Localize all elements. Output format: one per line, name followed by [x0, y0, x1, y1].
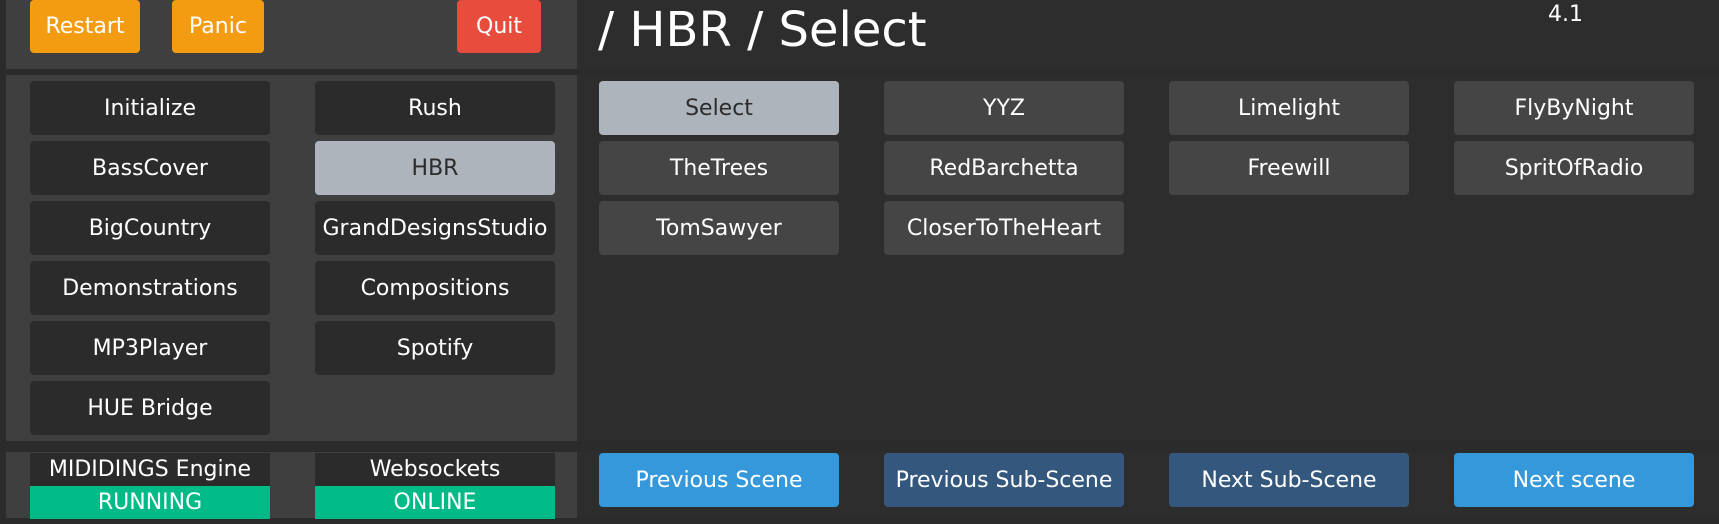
scene-button-tomsawyer[interactable]: TomSawyer — [599, 201, 839, 255]
sidebar-item-rush[interactable]: Rush — [315, 81, 555, 135]
previous-scene-button[interactable]: Previous Scene — [599, 453, 839, 507]
engine-status: MIDIDINGS Engine RUNNING — [30, 453, 270, 519]
scene-button-yyz[interactable]: YYZ — [884, 81, 1124, 135]
previous-subscene-button[interactable]: Previous Sub-Scene — [884, 453, 1124, 507]
sidebar-item-mp3player[interactable]: MP3Player — [30, 321, 270, 375]
sidebar-item-basscover[interactable]: BassCover — [30, 141, 270, 195]
page-title: / HBR / Select — [598, 2, 927, 58]
websockets-status: Websockets ONLINE — [315, 453, 555, 519]
sidebar-item-bigcountry[interactable]: BigCountry — [30, 201, 270, 255]
scene-button-thetrees[interactable]: TheTrees — [599, 141, 839, 195]
scene-button-limelight[interactable]: Limelight — [1169, 81, 1409, 135]
engine-status-label: MIDIDINGS Engine — [30, 453, 270, 486]
restart-button[interactable]: Restart — [30, 0, 140, 53]
sidebar-item-initialize[interactable]: Initialize — [30, 81, 270, 135]
websockets-status-label: Websockets — [315, 453, 555, 486]
sidebar-item-spotify[interactable]: Spotify — [315, 321, 555, 375]
next-subscene-button[interactable]: Next Sub-Scene — [1169, 453, 1409, 507]
scene-button-closertotheheart[interactable]: CloserToTheHeart — [884, 201, 1124, 255]
sidebar-item-hue-bridge[interactable]: HUE Bridge — [30, 381, 270, 435]
quit-button[interactable]: Quit — [457, 0, 541, 53]
panic-button[interactable]: Panic — [172, 0, 264, 53]
sidebar-item-compositions[interactable]: Compositions — [315, 261, 555, 315]
websockets-status-badge: ONLINE — [315, 486, 555, 519]
version-label: 4.1 — [1548, 2, 1583, 27]
sidebar-item-demonstrations[interactable]: Demonstrations — [30, 261, 270, 315]
scene-button-redbarchetta[interactable]: RedBarchetta — [884, 141, 1124, 195]
next-scene-button[interactable]: Next scene — [1454, 453, 1694, 507]
sidebar-item-granddesignsstudio[interactable]: GrandDesignsStudio — [315, 201, 555, 255]
scene-button-spritofradio[interactable]: SpritOfRadio — [1454, 141, 1694, 195]
scene-button-flybynight[interactable]: FlyByNight — [1454, 81, 1694, 135]
sidebar-item-hbr[interactable]: HBR — [315, 141, 555, 195]
engine-status-badge: RUNNING — [30, 486, 270, 519]
scene-button-select[interactable]: Select — [599, 81, 839, 135]
scene-button-freewill[interactable]: Freewill — [1169, 141, 1409, 195]
